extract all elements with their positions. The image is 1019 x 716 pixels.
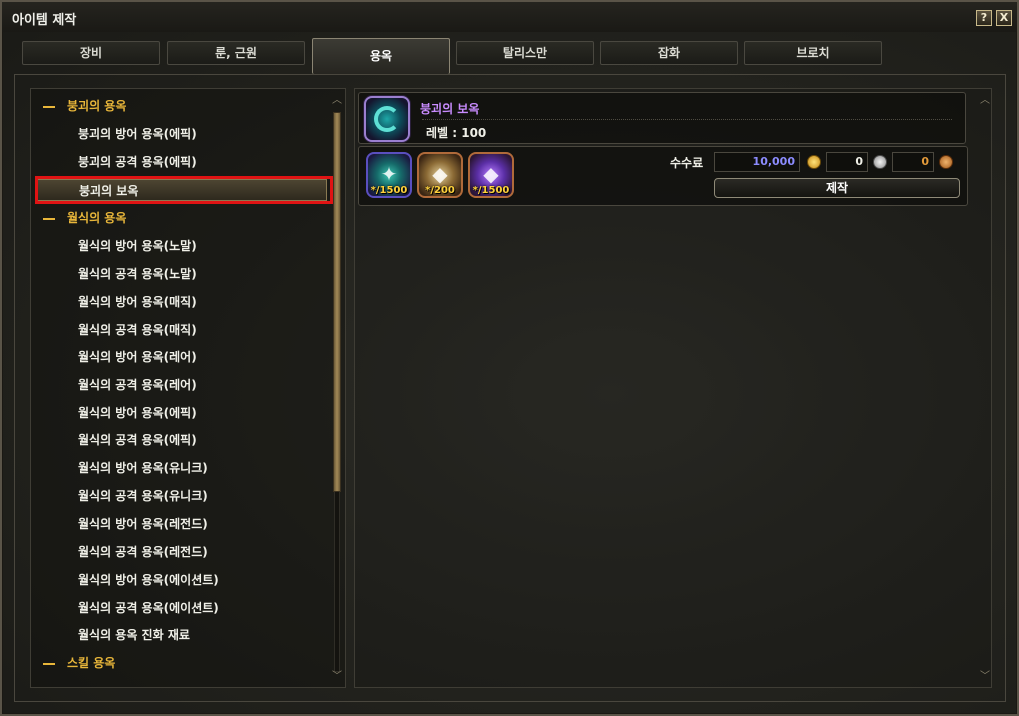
tree-category[interactable]: 스킬 용옥 (37, 652, 327, 674)
tree-item[interactable]: 월식의 방어 용옥(매직) (37, 291, 327, 313)
detail-scrollbar[interactable]: ︿ ﹀ (978, 94, 990, 686)
tree-item[interactable]: 월식의 공격 용옥(에이션트) (37, 597, 327, 619)
tree-category[interactable]: 붕괴의 용옥 (37, 95, 327, 117)
tree-item[interactable]: 붕괴의 공격 용옥(에픽) (37, 151, 327, 173)
teal-crystal-cluster-icon: ✦ (380, 162, 398, 186)
collapse-icon (43, 105, 55, 108)
tree-category[interactable]: 월식의 용옥 (37, 207, 327, 229)
fee-label: 수수료 (670, 156, 704, 170)
tree-item[interactable]: 붕괴의 방어 용옥(에픽) (37, 123, 327, 145)
gold-coin-icon (807, 155, 821, 169)
collapse-icon (43, 217, 55, 220)
fee-gold-value: 10,000 (714, 152, 800, 172)
material-count: */200 (425, 185, 455, 196)
divider (422, 119, 952, 120)
category-tabs: 장비 룬, 근원 용옥 탈리스만 잡화 브로치 (22, 38, 902, 74)
tree-item[interactable]: 월식의 방어 용옥(레전드) (37, 513, 327, 535)
collapse-icon (43, 662, 55, 665)
scroll-up-icon[interactable]: ︿ (332, 96, 342, 106)
scroll-down-icon[interactable]: ﹀ (332, 672, 342, 682)
material-count: */1500 (370, 185, 408, 196)
tree-category-label: 붕괴의 용옥 (67, 99, 127, 113)
close-button[interactable]: X (996, 10, 1012, 26)
tree-category-label: 스킬 용옥 (67, 656, 116, 670)
tree-item[interactable]: 월식의 방어 용옥(노말) (37, 235, 327, 257)
tree-item[interactable]: 월식의 방어 용옥(에픽) (37, 402, 327, 424)
tab-misc[interactable]: 잡화 (600, 41, 738, 65)
result-item-name: 붕괴의 보옥 (420, 102, 480, 116)
fee-copper-value: 0 (892, 152, 934, 172)
tree-item[interactable]: 월식의 공격 용옥(에픽) (37, 429, 327, 451)
required-level: 레벨 : 100 (426, 126, 487, 140)
material-slot[interactable]: ✦ */1500 (366, 152, 412, 198)
help-button[interactable]: ? (976, 10, 992, 26)
tree-item[interactable]: 월식의 방어 용옥(에이션트) (37, 569, 327, 591)
material-slot[interactable]: ◆ */1500 (468, 152, 514, 198)
tab-rune-origin[interactable]: 룬, 근원 (167, 41, 305, 65)
tree-scrollbar[interactable]: ︿ ﹀ (330, 94, 344, 686)
copper-coin-icon (939, 155, 953, 169)
fee-silver-value: 0 (826, 152, 868, 172)
result-item-icon[interactable] (364, 96, 410, 142)
tree-item[interactable]: 월식의 공격 용옥(레어) (37, 374, 327, 396)
craft-button[interactable]: 제작 (714, 178, 960, 198)
tree-item[interactable]: 월식의 공격 용옥(레전드) (37, 541, 327, 563)
scroll-down-icon[interactable]: ﹀ (980, 672, 990, 682)
material-count: */1500 (472, 185, 510, 196)
tree-item[interactable]: 월식의 공격 용옥(노말) (37, 263, 327, 285)
tree-item[interactable]: 월식의 공격 용옥(매직) (37, 319, 327, 341)
tree-item[interactable]: 월식의 공격 용옥(유니크) (37, 485, 327, 507)
tree-item[interactable]: 월식의 용옥 진화 재료 (37, 624, 327, 646)
window-title: 아이템 제작 (12, 13, 77, 28)
tree-item[interactable]: 월식의 방어 용옥(레어) (37, 346, 327, 368)
tree-category-label: 월식의 용옥 (67, 211, 127, 225)
golden-rune-stone-icon: ◆ (432, 162, 448, 186)
tree-item[interactable]: 월식의 방어 용옥(유니크) (37, 457, 327, 479)
swirl-gem-icon (374, 106, 400, 132)
selection-highlight (35, 176, 333, 204)
purple-crystal-icon: ◆ (483, 162, 499, 186)
item-crafting-window: 아이템 제작 ? X 장비 룬, 근원 용옥 탈리스만 잡화 브로치 붕괴의 용… (0, 0, 1019, 716)
scroll-thumb[interactable] (333, 112, 341, 492)
tab-talisman[interactable]: 탈리스만 (456, 41, 594, 65)
tab-brooch[interactable]: 브로치 (744, 41, 882, 65)
tab-equipment[interactable]: 장비 (22, 41, 160, 65)
silver-coin-icon (873, 155, 887, 169)
scroll-up-icon[interactable]: ︿ (980, 96, 990, 106)
material-slot[interactable]: ◆ */200 (417, 152, 463, 198)
tab-dragon-jade[interactable]: 용옥 (312, 38, 450, 74)
title-bar[interactable]: 아이템 제작 ? X (2, 2, 1017, 32)
